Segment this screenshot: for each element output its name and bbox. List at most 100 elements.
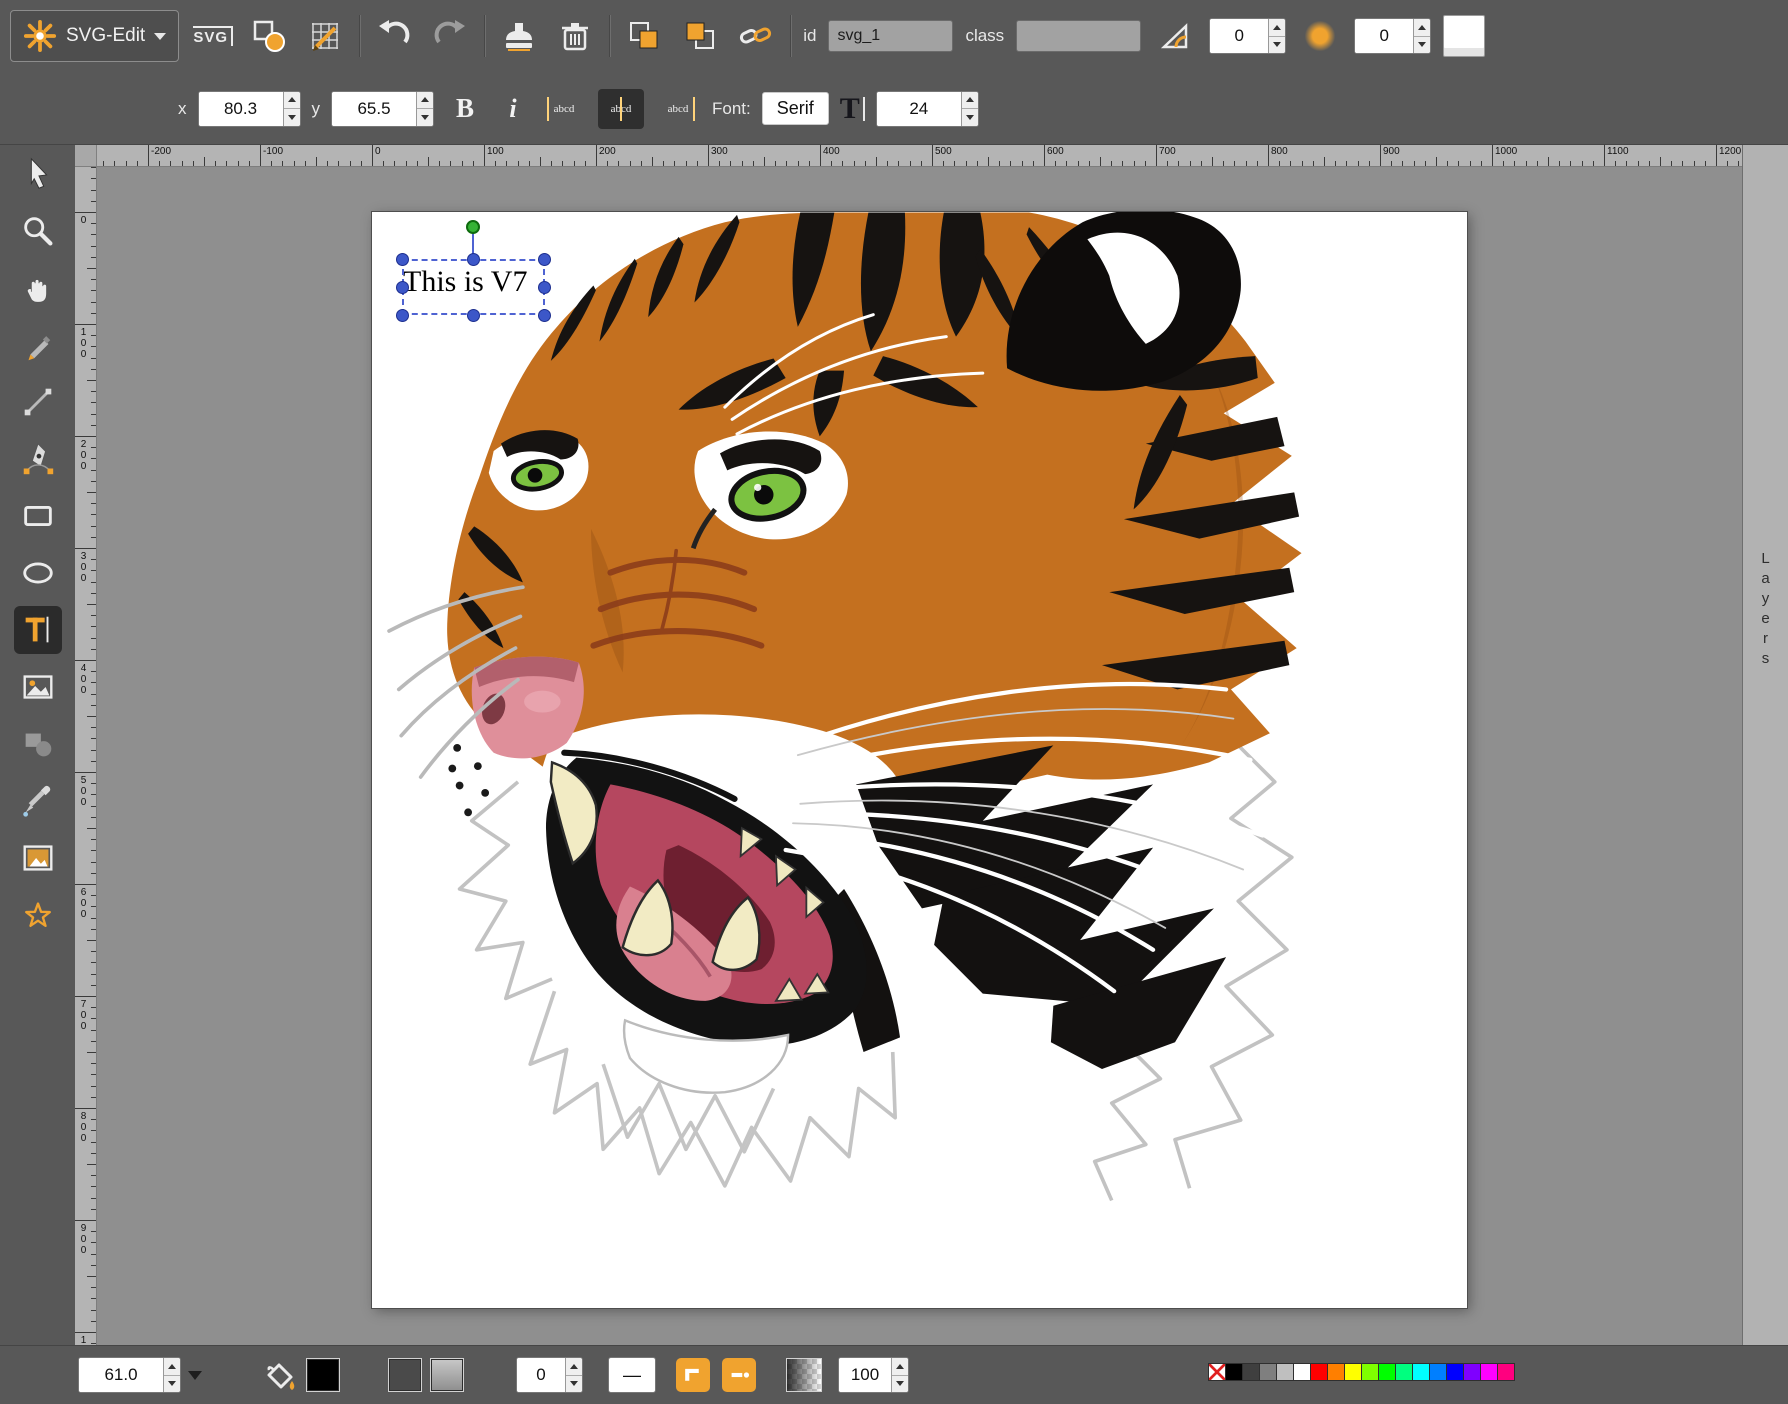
background-color-swatch[interactable] [1443, 15, 1485, 57]
image-tool-button[interactable] [14, 663, 62, 711]
font-size-input[interactable] [877, 92, 961, 126]
selection-handle-e[interactable] [538, 281, 551, 294]
stroke-style-select[interactable]: — [608, 1357, 656, 1393]
library-tool-button[interactable] [14, 834, 62, 882]
shapes-tool-button[interactable] [14, 720, 62, 768]
text-tool-button[interactable] [14, 606, 62, 654]
selection-handle-s[interactable] [467, 309, 480, 322]
x-input[interactable] [199, 92, 283, 126]
selection-handle-se[interactable] [538, 309, 551, 322]
palette-swatch-#3f3f3f[interactable] [1242, 1363, 1260, 1381]
pencil-tool-button[interactable] [14, 321, 62, 369]
stroke-width-spinner[interactable] [516, 1357, 583, 1393]
fill-color-swatch[interactable] [306, 1358, 340, 1392]
selection-handle-w[interactable] [396, 281, 409, 294]
x-spinner[interactable] [198, 91, 301, 127]
make-link-button[interactable] [734, 14, 778, 58]
palette-swatch-#7fff00[interactable] [1361, 1363, 1379, 1381]
palette-swatch-#000000[interactable] [1225, 1363, 1243, 1381]
id-input[interactable] [828, 20, 953, 52]
source-editor-button[interactable]: SVG [191, 14, 235, 58]
zoom-tool-button[interactable] [14, 207, 62, 255]
spinner-arrows[interactable] [1268, 19, 1285, 53]
line-tool-button[interactable] [14, 378, 62, 426]
palette-swatch-#ff7f00[interactable] [1327, 1363, 1345, 1381]
opacity-indicator[interactable] [786, 1358, 822, 1392]
angle-input[interactable] [1210, 19, 1268, 53]
linejoin-button[interactable] [676, 1358, 710, 1392]
clone-button[interactable] [497, 14, 541, 58]
tiger-artwork[interactable] [372, 212, 1467, 1308]
spinner-arrows[interactable] [961, 92, 978, 126]
redo-button[interactable] [428, 14, 472, 58]
palette-swatch-#ffffff[interactable] [1293, 1363, 1311, 1381]
palette-swatch-#7f7f7f[interactable] [1259, 1363, 1277, 1381]
zoom-dropdown-icon[interactable] [188, 1371, 202, 1380]
zoom-input[interactable] [79, 1358, 163, 1392]
palette-swatch-#00ff7f[interactable] [1395, 1363, 1413, 1381]
layers-panel-collapsed[interactable]: Layers [1742, 145, 1788, 1345]
color-palette[interactable] [1208, 1363, 1514, 1381]
text-anchor-middle-button[interactable]: abcd [598, 89, 644, 129]
eyedropper-tool-button[interactable] [14, 777, 62, 825]
star-tool-button[interactable] [14, 891, 62, 939]
linecap-button[interactable] [722, 1358, 756, 1392]
italic-button[interactable]: i [496, 94, 530, 124]
palette-swatch-#ff00ff[interactable] [1480, 1363, 1498, 1381]
y-spinner[interactable] [331, 91, 434, 127]
spinner-arrows[interactable] [891, 1358, 908, 1392]
text-anchor-start-button[interactable]: abcd [541, 89, 587, 129]
selection-handle-sw[interactable] [396, 309, 409, 322]
palette-swatch-none[interactable] [1208, 1363, 1226, 1381]
class-input[interactable] [1016, 20, 1141, 52]
ruler-corner [75, 145, 97, 167]
canvas[interactable]: This is V7 [372, 212, 1467, 1308]
y-input[interactable] [332, 92, 416, 126]
stroke-width-input[interactable] [517, 1358, 565, 1392]
palette-swatch-#00ffff[interactable] [1412, 1363, 1430, 1381]
text-anchor-end-button[interactable]: abcd [655, 89, 701, 129]
angle-spinner[interactable] [1209, 18, 1286, 54]
palette-swatch-#7f00ff[interactable] [1463, 1363, 1481, 1381]
palette-swatch-#ff007f[interactable] [1497, 1363, 1515, 1381]
font-family-button[interactable]: Serif [762, 92, 829, 125]
zoom-control[interactable] [78, 1357, 202, 1393]
spinner-arrows[interactable] [283, 92, 300, 126]
spinner-arrows[interactable] [416, 92, 433, 126]
stroke-color-swatch[interactable] [388, 1358, 422, 1392]
undo-button[interactable] [372, 14, 416, 58]
delete-button[interactable] [553, 14, 597, 58]
palette-swatch-#0000ff[interactable] [1446, 1363, 1464, 1381]
select-tool-button[interactable] [14, 150, 62, 198]
wireframe-button[interactable] [247, 14, 291, 58]
stroke-paint-swatch[interactable] [430, 1358, 464, 1392]
bold-button[interactable]: B [445, 93, 485, 124]
selection-handle-n[interactable] [467, 253, 480, 266]
palette-swatch-#ffff00[interactable] [1344, 1363, 1362, 1381]
spinner-arrows[interactable] [565, 1358, 582, 1392]
ellipse-tool-button[interactable] [14, 549, 62, 597]
spinner-arrows[interactable] [1413, 19, 1430, 53]
path-tool-button[interactable] [14, 435, 62, 483]
zoom-spinner[interactable] [78, 1357, 181, 1393]
move-to-bottom-button[interactable] [622, 14, 666, 58]
move-to-top-button[interactable] [678, 14, 722, 58]
rotate-grip[interactable] [466, 220, 480, 234]
palette-swatch-#00ff00[interactable] [1378, 1363, 1396, 1381]
main-menu-button[interactable]: SVG-Edit [10, 10, 179, 62]
rect-tool-button[interactable] [14, 492, 62, 540]
palette-swatch-#bfbfbf[interactable] [1276, 1363, 1294, 1381]
workspace[interactable]: This is V7 [97, 167, 1742, 1345]
pan-tool-button[interactable] [14, 264, 62, 312]
blur-spinner[interactable] [1354, 18, 1431, 54]
opacity-input[interactable] [839, 1358, 891, 1392]
opacity-spinner[interactable] [838, 1357, 909, 1393]
spinner-arrows[interactable] [163, 1358, 180, 1392]
palette-swatch-#007fff[interactable] [1429, 1363, 1447, 1381]
editor-prefs-button[interactable] [303, 14, 347, 58]
selection-handle-ne[interactable] [538, 253, 551, 266]
palette-swatch-#ff0000[interactable] [1310, 1363, 1328, 1381]
selection-handle-nw[interactable] [396, 253, 409, 266]
blur-input[interactable] [1355, 19, 1413, 53]
font-size-spinner[interactable] [876, 91, 979, 127]
